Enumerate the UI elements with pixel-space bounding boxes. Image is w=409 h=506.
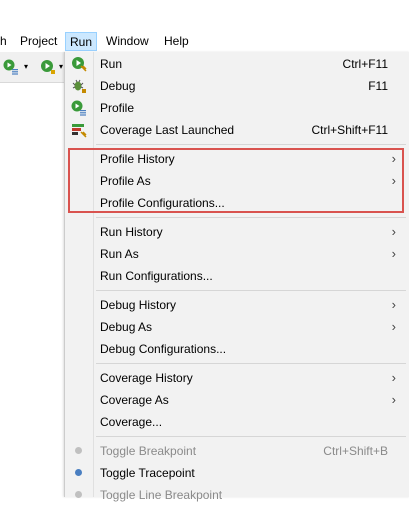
menu-separator <box>96 217 406 218</box>
menu-item-label: Toggle Line Breakpoint <box>100 488 223 502</box>
profile-dropdown-arrow[interactable]: ▾ <box>24 62 28 72</box>
profile-run-icon[interactable] <box>3 59 19 75</box>
menu-separator <box>96 290 406 291</box>
menu-item-label: Toggle Breakpoint <box>100 444 197 458</box>
menu-item-coverage-last-launched[interactable]: Coverage Last Launched Ctrl+Shift+F11 <box>65 119 409 141</box>
run-menu: Run Ctrl+F11 Debug F11 Profile Coverage … <box>64 52 409 502</box>
menu-item-debug-history[interactable]: Debug History › <box>65 294 409 316</box>
menu-item-run[interactable]: Run Ctrl+F11 <box>65 53 409 75</box>
menu-item-label: Coverage As <box>100 393 169 407</box>
menu-item-label: Run As <box>100 247 139 261</box>
menu-item-label: Profile Configurations... <box>100 196 225 210</box>
menu-item-label: Coverage... <box>100 415 163 429</box>
breakpoint-dot-icon <box>75 447 82 454</box>
menubar-item-help[interactable]: Help <box>160 32 193 51</box>
menu-item-label: Run Configurations... <box>100 269 213 283</box>
menu-separator <box>96 144 406 145</box>
menu-item-profile[interactable]: Profile <box>65 97 409 119</box>
submenu-arrow-icon: › <box>391 246 396 261</box>
menu-item-label: Debug As <box>100 320 153 334</box>
menu-item-shortcut: F11 <box>368 79 388 93</box>
menu-item-label: Coverage Last Launched <box>100 123 235 137</box>
menu-item-run-as[interactable]: Run As › <box>65 243 409 265</box>
menu-item-label: Profile <box>100 101 135 115</box>
profile-icon <box>71 100 87 116</box>
menubar-item-run[interactable]: Run <box>65 32 97 51</box>
submenu-arrow-icon: › <box>391 297 396 312</box>
menu-item-profile-configurations[interactable]: Profile Configurations... <box>65 192 409 214</box>
menubar-item-project[interactable]: Project <box>16 32 61 51</box>
menu-item-label: Run History <box>100 225 163 239</box>
menu-item-label: Run <box>100 57 123 71</box>
toolbar: ▾ ▾ <box>0 52 64 83</box>
menu-item-shortcut: Ctrl+Shift+B <box>323 444 388 458</box>
menu-separator <box>96 363 406 364</box>
submenu-arrow-icon: › <box>391 392 396 407</box>
menu-item-profile-as[interactable]: Profile As › <box>65 170 409 192</box>
menu-item-label: Debug <box>100 79 136 93</box>
run-icon <box>71 56 87 72</box>
debug-icon <box>71 78 87 94</box>
menu-item-toggle-breakpoint: Toggle Breakpoint Ctrl+Shift+B <box>65 440 409 462</box>
menu-item-coverage-history[interactable]: Coverage History › <box>65 367 409 389</box>
tracepoint-dot-icon <box>75 469 82 476</box>
menu-bar: h Project Run Window Help <box>0 30 409 52</box>
run-ext-icon[interactable] <box>40 59 56 75</box>
menubar-item-search[interactable]: h <box>0 32 11 51</box>
menu-item-toggle-line-breakpoint: Toggle Line Breakpoint <box>65 484 409 506</box>
menu-item-run-history[interactable]: Run History › <box>65 221 409 243</box>
submenu-arrow-icon: › <box>391 370 396 385</box>
menu-item-debug[interactable]: Debug F11 <box>65 75 409 97</box>
menu-item-label: Profile History <box>100 152 175 166</box>
menu-item-label: Debug History <box>100 298 177 312</box>
menu-item-toggle-tracepoint[interactable]: Toggle Tracepoint <box>65 462 409 484</box>
menu-item-label: Coverage History <box>100 371 193 385</box>
submenu-arrow-icon: › <box>391 151 396 166</box>
menu-item-debug-as[interactable]: Debug As › <box>65 316 409 338</box>
menu-item-run-configurations[interactable]: Run Configurations... <box>65 265 409 287</box>
run-dropdown-arrow[interactable]: ▾ <box>59 62 63 72</box>
menu-item-shortcut: Ctrl+Shift+F11 <box>311 123 388 137</box>
menu-item-shortcut: Ctrl+F11 <box>342 57 388 71</box>
menu-item-label: Profile As <box>100 174 151 188</box>
submenu-arrow-icon: › <box>391 319 396 334</box>
submenu-arrow-icon: › <box>391 224 396 239</box>
menu-separator <box>96 436 406 437</box>
menubar-item-window[interactable]: Window <box>102 32 153 51</box>
submenu-arrow-icon: › <box>391 173 396 188</box>
menu-item-label: Toggle Tracepoint <box>100 466 195 480</box>
menu-item-profile-history[interactable]: Profile History › <box>65 148 409 170</box>
menu-item-coverage[interactable]: Coverage... <box>65 411 409 433</box>
menu-item-coverage-as[interactable]: Coverage As › <box>65 389 409 411</box>
menu-item-label: Debug Configurations... <box>100 342 227 356</box>
menu-item-debug-configurations[interactable]: Debug Configurations... <box>65 338 409 360</box>
coverage-icon <box>71 122 87 138</box>
